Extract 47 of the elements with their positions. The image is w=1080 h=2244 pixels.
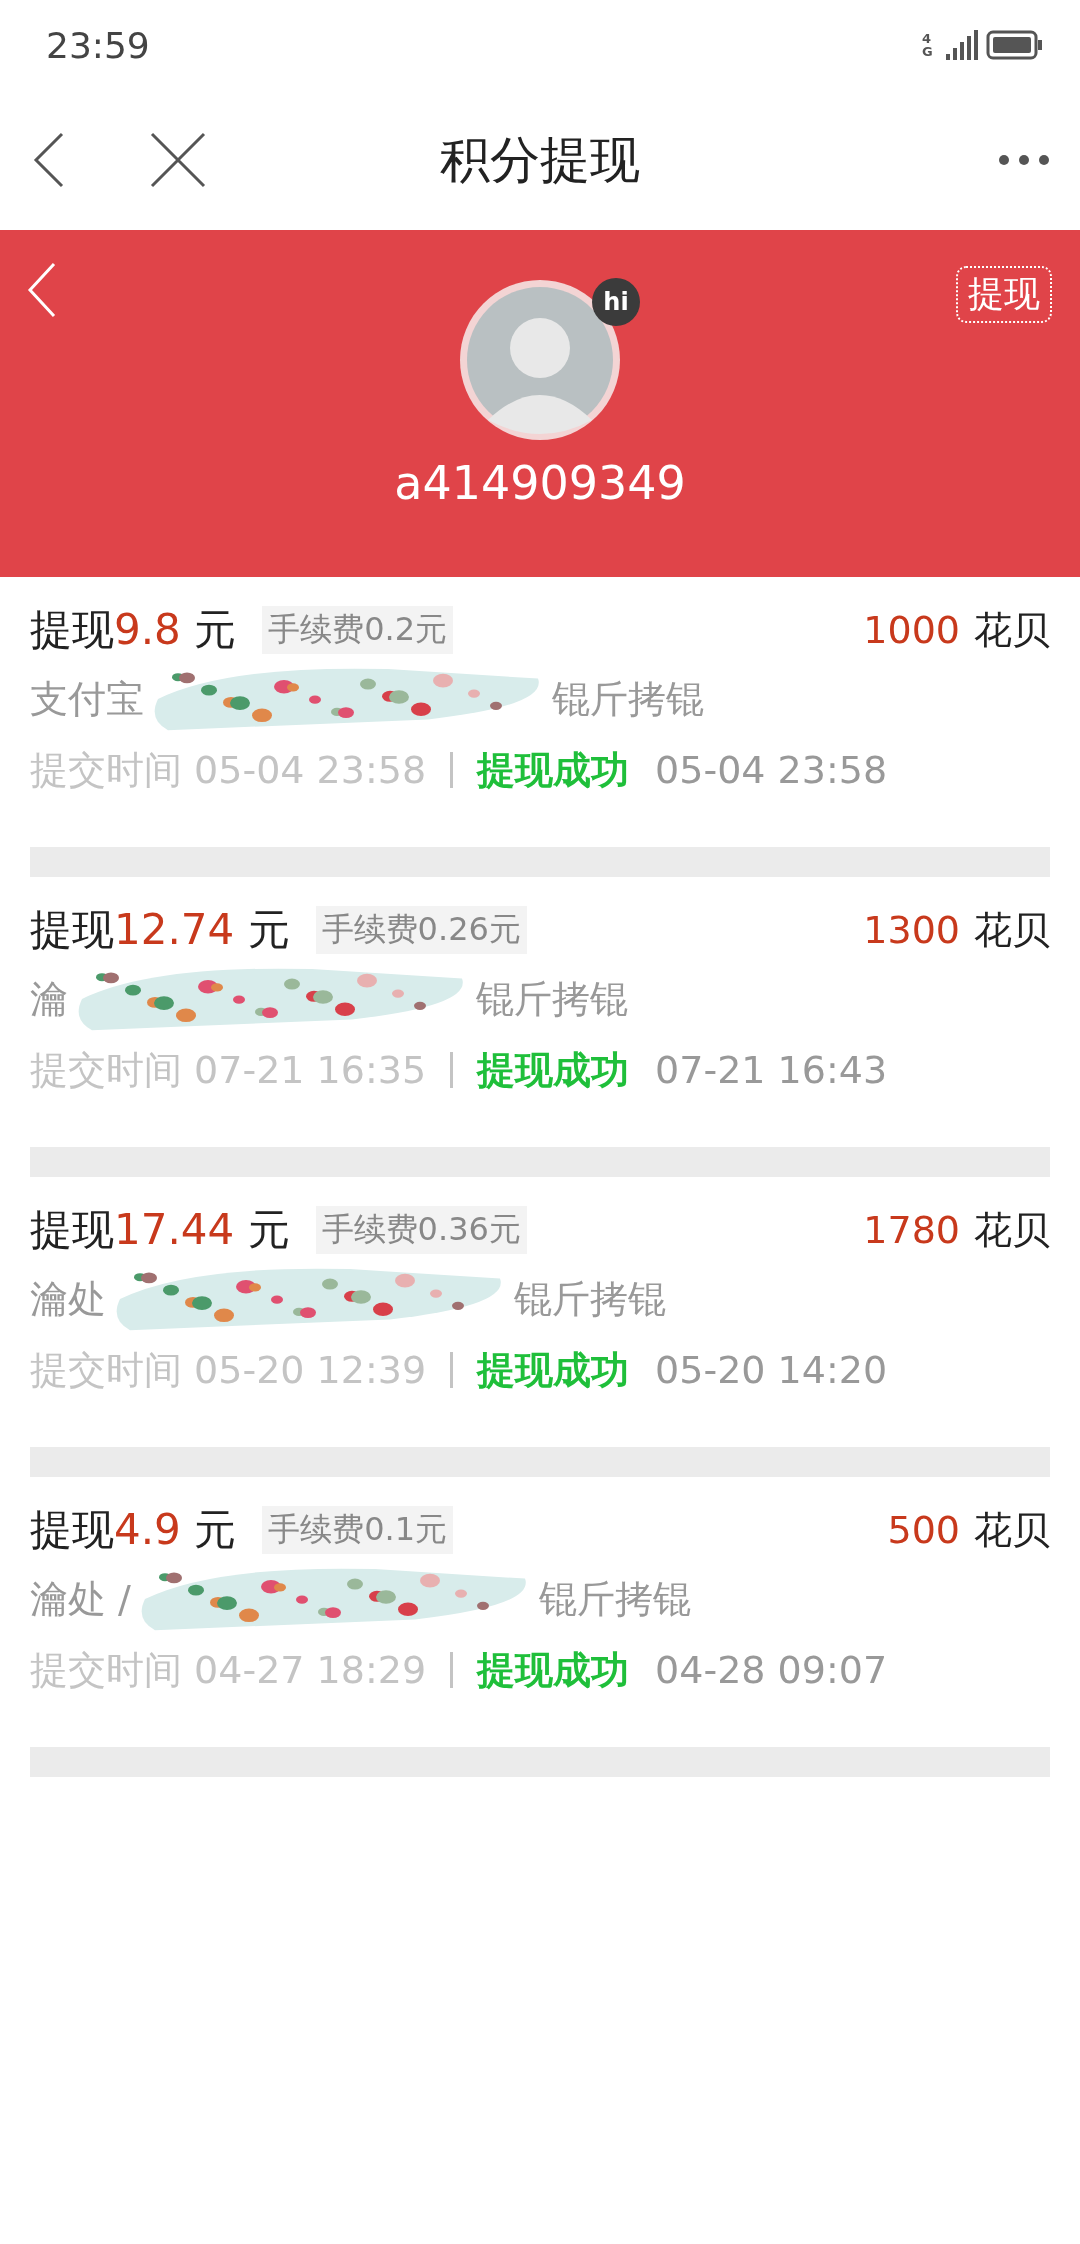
points-amount: 1780 花贝 <box>863 1206 1050 1254</box>
points-amount: 500 花贝 <box>887 1506 1050 1554</box>
battery-icon <box>986 30 1044 60</box>
separator-line <box>450 1652 454 1688</box>
account-text: 锟斤拷锟 <box>476 975 628 1023</box>
more-button[interactable] <box>998 153 1050 167</box>
close-button[interactable] <box>150 132 206 188</box>
complete-time: 05-20 14:20 <box>655 1348 888 1392</box>
points-amount: 1000 花贝 <box>863 606 1050 654</box>
status-time: 23:59 <box>46 24 150 66</box>
withdraw-button[interactable]: 提现 <box>956 266 1052 323</box>
account-text: 瀹处 <box>30 1275 106 1323</box>
submit-time: 提交时间 07-21 16:35 <box>30 1046 427 1094</box>
withdraw-amount: 提现4.9 元 <box>30 1504 237 1556</box>
account-text: 锟斤拷锟 <box>514 1275 666 1323</box>
account-text: 锟斤拷锟 <box>552 675 704 723</box>
separator-line <box>450 1052 454 1088</box>
submit-time: 提交时间 04-27 18:29 <box>30 1646 427 1694</box>
submit-time: 提交时间 05-20 12:39 <box>30 1346 427 1394</box>
account-text: 瀹处 / <box>30 1575 131 1623</box>
fee-tag: 手续费0.36元 <box>315 1206 527 1254</box>
fee-tag: 手续费0.1元 <box>262 1506 454 1554</box>
complete-time: 04-28 09:07 <box>655 1648 888 1692</box>
status-text: 提现成功 <box>477 1046 630 1094</box>
account-text: 支付宝 <box>30 675 144 723</box>
status-text: 提现成功 <box>477 1646 630 1694</box>
account-text: 锟斤拷锟 <box>538 1575 691 1623</box>
network-type: 4G <box>922 32 934 58</box>
back-button[interactable] <box>26 262 58 318</box>
withdraw-amount: 提现9.8 元 <box>30 604 237 656</box>
separator-line <box>450 1352 454 1388</box>
account-text: 瀹 <box>30 975 68 1023</box>
fee-tag: 手续费0.26元 <box>315 906 527 954</box>
username: a414909349 <box>394 456 686 510</box>
status-text: 提现成功 <box>477 1346 630 1394</box>
page-title: 积分提现 <box>440 129 640 191</box>
separator-line <box>450 752 454 788</box>
complete-time: 05-04 23:58 <box>655 748 888 792</box>
points-amount: 1300 花贝 <box>863 906 1050 954</box>
fee-tag: 手续费0.2元 <box>262 606 454 654</box>
withdraw-amount: 提现12.74 元 <box>30 904 290 956</box>
withdraw-amount: 提现17.44 元 <box>30 1204 290 1256</box>
status-text: 提现成功 <box>477 746 630 794</box>
signal-icon <box>946 30 980 60</box>
complete-time: 07-21 16:43 <box>655 1048 888 1092</box>
submit-time: 提交时间 05-04 23:58 <box>30 746 427 794</box>
hi-badge: hi <box>592 278 640 326</box>
